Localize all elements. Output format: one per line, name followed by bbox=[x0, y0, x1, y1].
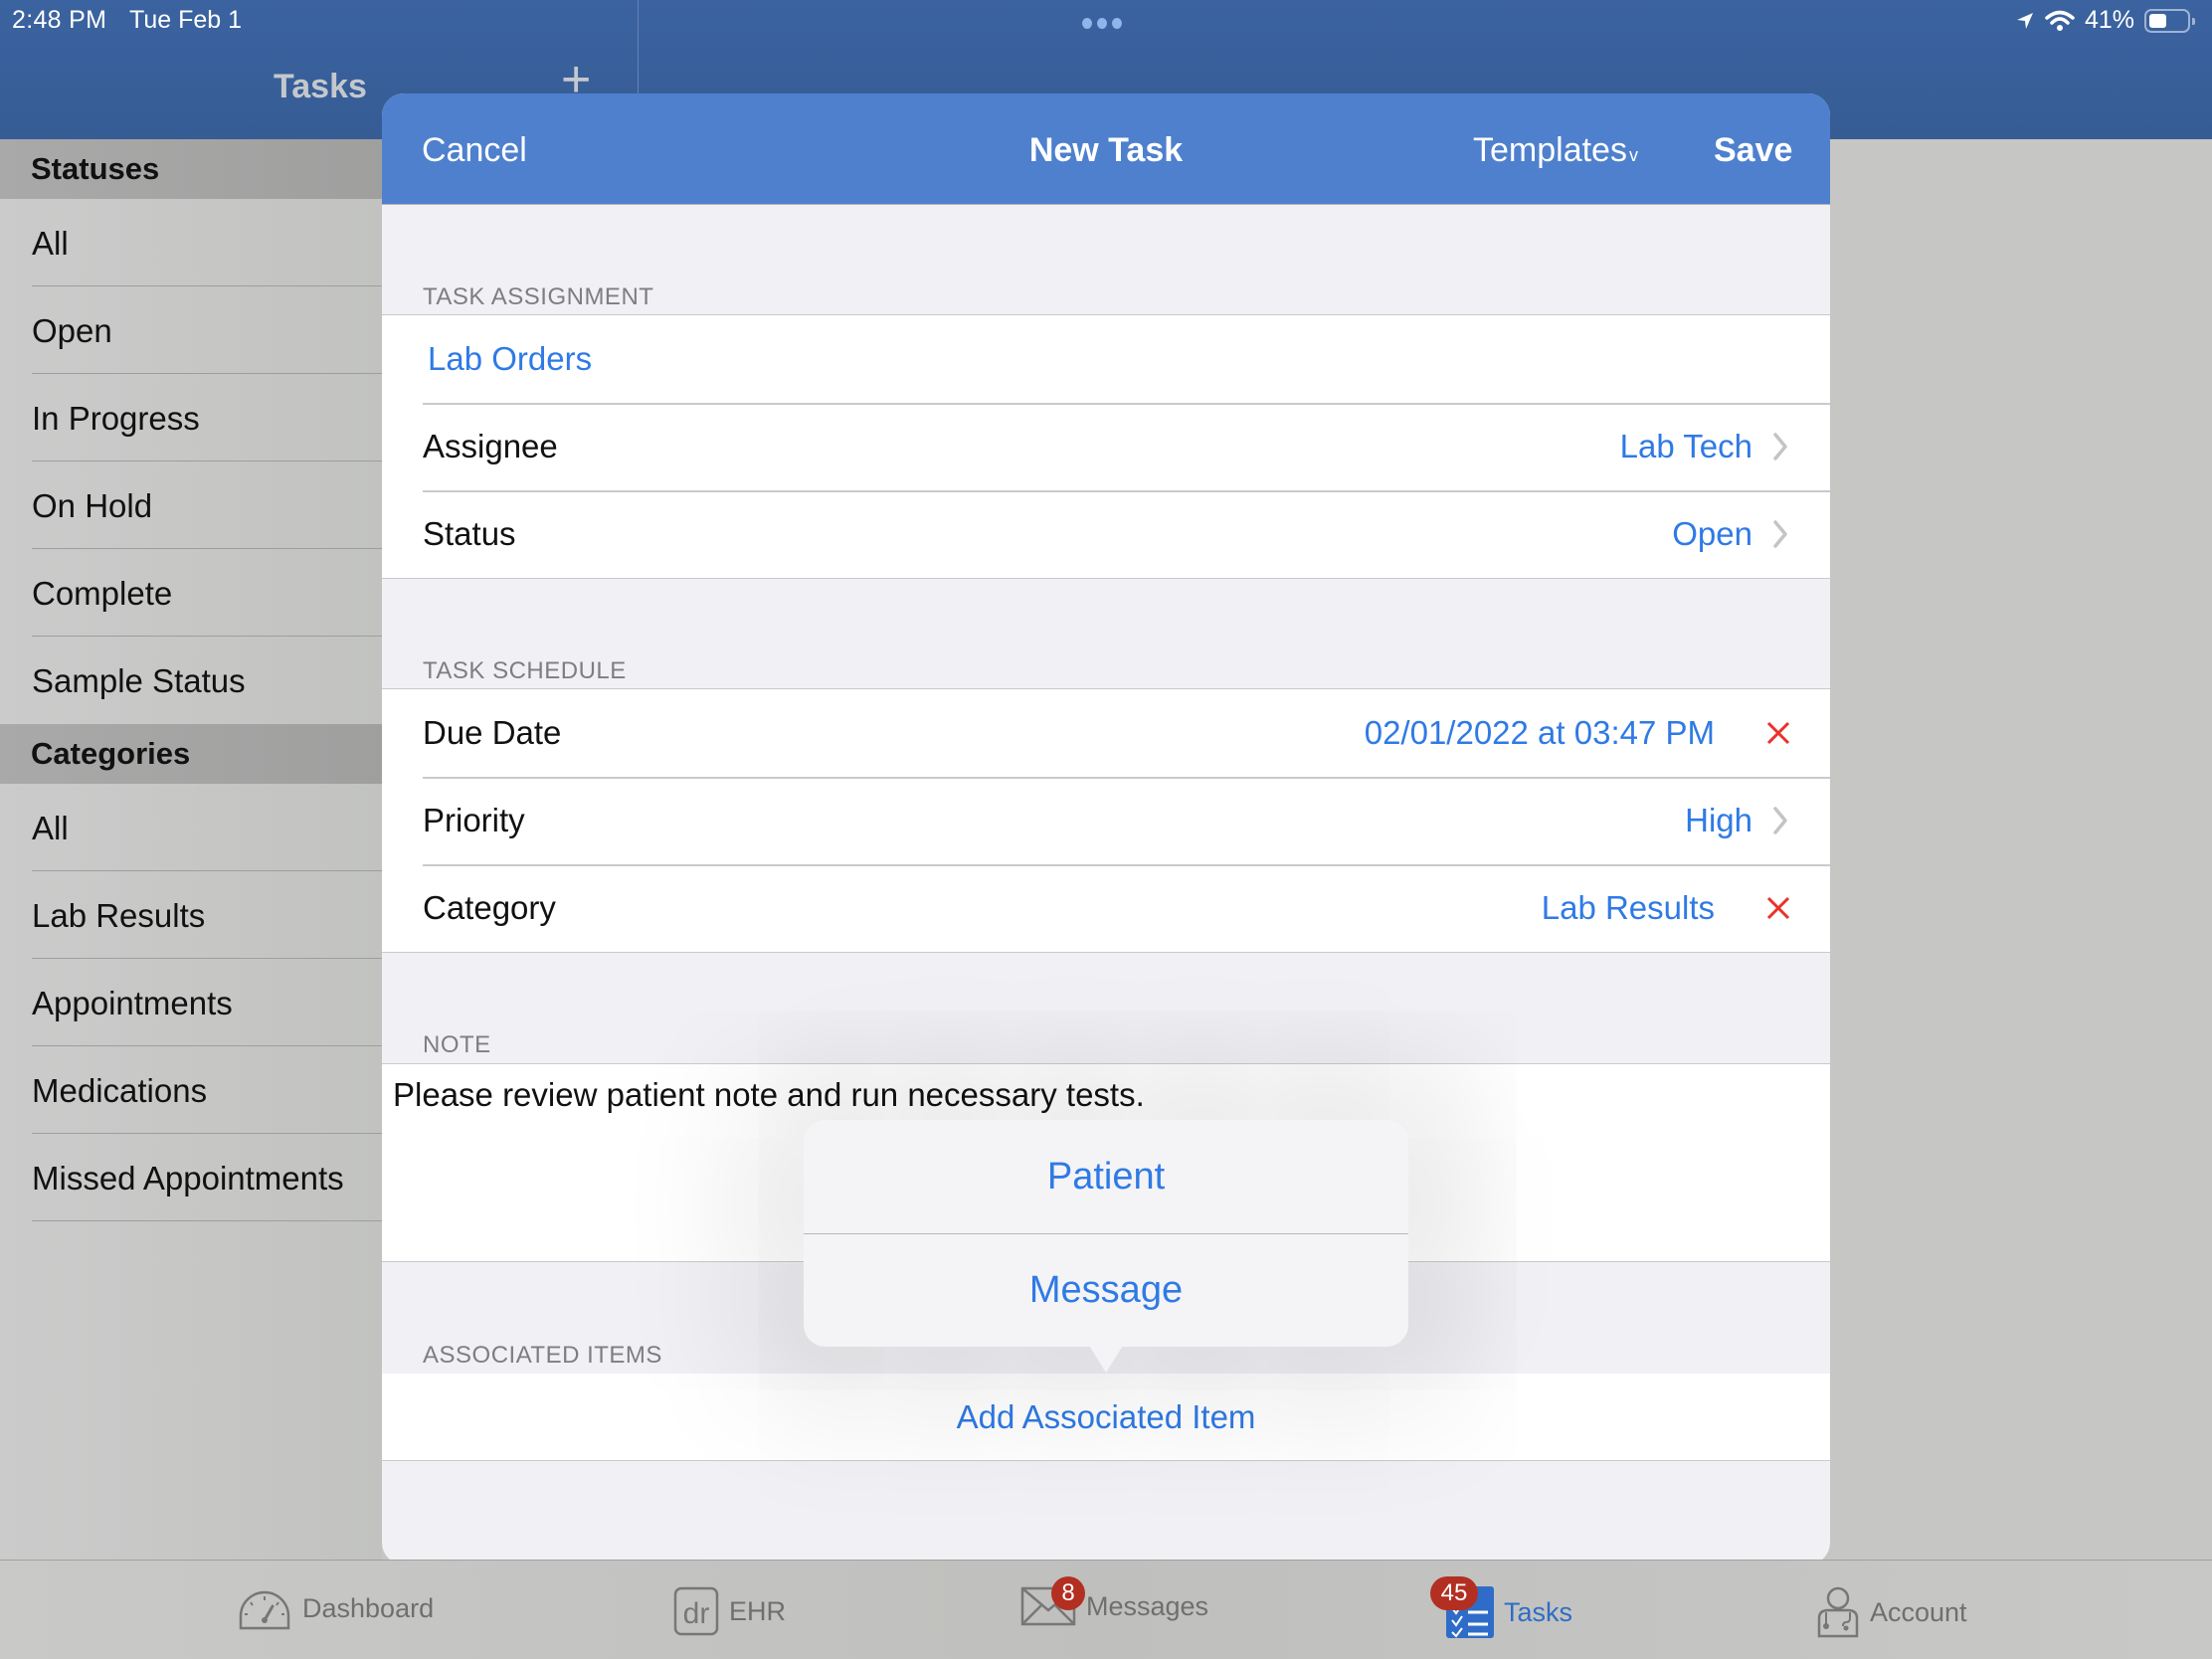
popover-option-patient[interactable]: Patient bbox=[804, 1120, 1408, 1233]
doctor-icon bbox=[1817, 1586, 1859, 1638]
add-associated-item-button[interactable]: Add Associated Item bbox=[382, 1374, 1830, 1461]
sidebar-status-sample-status[interactable]: Sample Status bbox=[32, 637, 382, 724]
clear-category-icon[interactable] bbox=[1764, 894, 1792, 922]
task-schedule-group: Due Date 02/01/2022 at 03:47 PM Priority… bbox=[382, 688, 1830, 953]
popover-arrow bbox=[1089, 1346, 1123, 1373]
note-text: Please review patient note and run neces… bbox=[393, 1076, 1145, 1113]
associated-item-popover: Patient Message bbox=[804, 1120, 1408, 1347]
tab-messages[interactable]: Messages bbox=[1020, 1586, 1208, 1626]
chevron-right-icon bbox=[1773, 433, 1787, 461]
battery-icon bbox=[2144, 8, 2195, 33]
task-schedule-label: TASK SCHEDULE bbox=[423, 657, 627, 684]
tab-label: Tasks bbox=[1504, 1596, 1573, 1627]
sidebar-category-lab-results[interactable]: Lab Results bbox=[32, 871, 382, 959]
speedometer-icon bbox=[239, 1590, 290, 1630]
sidebar-category-all[interactable]: All bbox=[32, 784, 382, 871]
tab-dashboard[interactable]: Dashboard bbox=[237, 1586, 434, 1630]
task-assignment-label: TASK ASSIGNMENT bbox=[423, 283, 654, 310]
sidebar-category-missed-appointments[interactable]: Missed Appointments bbox=[32, 1134, 382, 1221]
dr-icon: dr bbox=[673, 1586, 719, 1636]
save-button[interactable]: Save bbox=[1714, 131, 1792, 170]
tab-label: EHR bbox=[729, 1595, 787, 1626]
sidebar-status-all[interactable]: All bbox=[32, 199, 382, 286]
categories-header: Categories bbox=[0, 724, 382, 784]
due-date-value: 02/01/2022 at 03:47 PM bbox=[1364, 714, 1715, 751]
location-arrow-icon bbox=[2016, 12, 2033, 29]
tasks-badge: 45 bbox=[1430, 1576, 1478, 1610]
status-time: 2:48 PM bbox=[12, 6, 107, 34]
sidebar-status-open[interactable]: Open bbox=[32, 286, 382, 374]
assignee-value: Lab Tech bbox=[1619, 428, 1752, 464]
tab-label: Account bbox=[1870, 1596, 1967, 1627]
category-label: Category bbox=[423, 889, 556, 926]
chevron-right-icon bbox=[1773, 807, 1787, 834]
associated-items-label: ASSOCIATED ITEMS bbox=[423, 1342, 662, 1369]
sidebar: Statuses All Open In Progress On Hold Co… bbox=[0, 139, 382, 1560]
status-value: Open bbox=[1672, 515, 1752, 552]
note-label: NOTE bbox=[423, 1031, 491, 1058]
svg-text:dr: dr bbox=[683, 1597, 710, 1630]
category-value: Lab Results bbox=[1541, 889, 1715, 926]
templates-label: Templates bbox=[1473, 131, 1627, 169]
statuses-header: Statuses bbox=[0, 139, 382, 199]
clear-due-date-icon[interactable] bbox=[1764, 719, 1792, 747]
sidebar-status-complete[interactable]: Complete bbox=[32, 549, 382, 637]
sidebar-nav-title: Tasks bbox=[274, 68, 367, 105]
sidebar-status-in-progress[interactable]: In Progress bbox=[32, 374, 382, 461]
tab-ehr[interactable]: dr EHR bbox=[673, 1586, 786, 1636]
wifi-icon bbox=[2045, 10, 2075, 31]
category-row[interactable]: Category Lab Results bbox=[382, 864, 1830, 952]
modal-header: Cancel New Task Templates v Save bbox=[382, 93, 1830, 205]
tab-account[interactable]: Account bbox=[1816, 1586, 1967, 1638]
assignee-label: Assignee bbox=[423, 428, 558, 464]
sidebar-status-on-hold[interactable]: On Hold bbox=[32, 461, 382, 549]
status-label: Status bbox=[423, 515, 516, 552]
priority-value: High bbox=[1685, 802, 1752, 838]
assignment-link-row[interactable]: Lab Orders bbox=[382, 315, 1830, 403]
lab-orders-link[interactable]: Lab Orders bbox=[428, 340, 592, 378]
tab-label: Dashboard bbox=[302, 1592, 435, 1623]
popover-option-message[interactable]: Message bbox=[804, 1233, 1408, 1347]
priority-label: Priority bbox=[423, 802, 525, 838]
messages-badge: 8 bbox=[1051, 1576, 1085, 1610]
tab-bar: Dashboard dr EHR Messages 8 Tasks 45 Acc… bbox=[0, 1560, 2212, 1659]
sidebar-category-appointments[interactable]: Appointments bbox=[32, 959, 382, 1046]
due-date-label: Due Date bbox=[423, 714, 562, 751]
sidebar-category-medications[interactable]: Medications bbox=[32, 1046, 382, 1134]
task-assignment-group: Lab Orders Assignee Lab Tech Status Open bbox=[382, 314, 1830, 579]
battery-percent: 41% bbox=[2084, 6, 2134, 34]
status-indicators: 41% bbox=[2015, 6, 2195, 35]
status-row[interactable]: Status Open bbox=[382, 490, 1830, 578]
status-date: Tue Feb 1 bbox=[129, 6, 243, 34]
due-date-row[interactable]: Due Date 02/01/2022 at 03:47 PM bbox=[382, 689, 1830, 777]
priority-row[interactable]: Priority High bbox=[382, 777, 1830, 864]
assignee-row[interactable]: Assignee Lab Tech bbox=[382, 403, 1830, 490]
templates-button[interactable]: Templates v bbox=[1473, 131, 1638, 170]
chevron-down-icon: v bbox=[1628, 145, 1638, 165]
chevron-right-icon bbox=[1773, 520, 1787, 548]
tab-label: Messages bbox=[1086, 1590, 1209, 1621]
multitasking-dots-icon[interactable] bbox=[1082, 18, 1122, 29]
